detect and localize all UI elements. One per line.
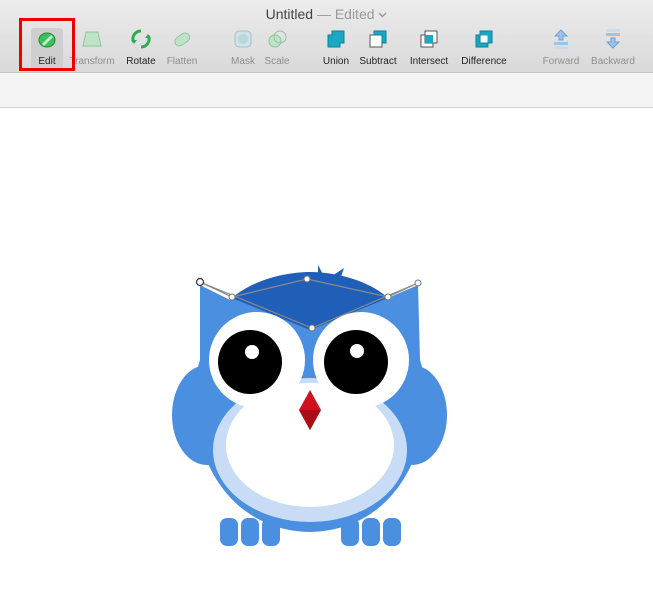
toolbar-difference-button[interactable]: Difference [457, 28, 511, 70]
scale-icon [268, 30, 287, 48]
inspector-bar [0, 73, 653, 108]
toolbar-label: Backward [591, 56, 635, 67]
toolbar: Edit Transform Rotate Flatten Mask Scale… [0, 26, 653, 72]
toolbar-label: Rotate [126, 56, 156, 67]
flatten-icon [174, 32, 191, 47]
toolbar-label: Mask [231, 56, 255, 67]
transform-icon [82, 31, 102, 47]
toolbar-label: Flatten [166, 56, 198, 67]
annotation-highlight-box [19, 18, 75, 71]
backward-icon [605, 29, 621, 49]
chevron-down-icon[interactable] [378, 12, 387, 18]
toolbar-scale-button[interactable]: Scale [262, 28, 292, 70]
rotate-icon [131, 29, 151, 49]
toolbar-subtract-button[interactable]: Subtract [356, 28, 400, 70]
toolbar-label: Union [322, 56, 350, 67]
title-bar: Untitled — Edited Edit Transform Rotate … [0, 0, 653, 73]
toolbar-label: Forward [542, 56, 580, 67]
toolbar-flatten-button[interactable]: Flatten [162, 28, 202, 70]
document-name: Untitled [265, 6, 314, 22]
toolbar-label: Intersect [409, 56, 449, 67]
toolbar-intersect-button[interactable]: Intersect [406, 28, 452, 70]
forward-icon [553, 29, 569, 49]
union-icon [327, 30, 345, 48]
toolbar-rotate-button[interactable]: Rotate [122, 28, 160, 70]
mask-icon [234, 30, 252, 48]
toolbar-label: Difference [461, 56, 507, 67]
edited-status[interactable]: — Edited [317, 6, 375, 22]
canvas[interactable] [0, 108, 653, 593]
intersect-icon [420, 30, 438, 48]
toolbar-label: Scale [264, 56, 290, 67]
difference-icon [475, 30, 493, 48]
owl-illustration[interactable] [0, 108, 653, 593]
window-title: Untitled — Edited [0, 6, 653, 22]
toolbar-backward-button[interactable]: Backward [586, 28, 640, 70]
subtract-icon [369, 30, 387, 48]
toolbar-label: Subtract [359, 56, 397, 67]
toolbar-union-button[interactable]: Union [320, 28, 352, 70]
toolbar-forward-button[interactable]: Forward [538, 28, 584, 70]
toolbar-mask-button[interactable]: Mask [228, 28, 258, 70]
